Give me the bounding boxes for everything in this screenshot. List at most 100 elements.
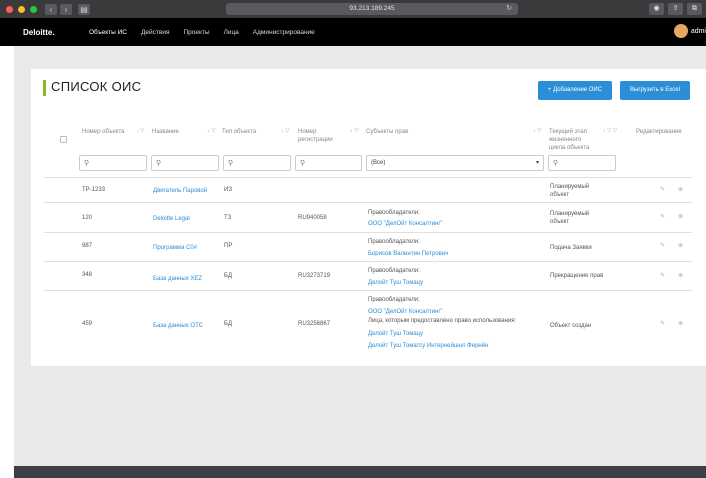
sort-filter-icon[interactable]: ↓ ▽ [533,128,542,134]
cell-subject-label: Правообладатели: [368,210,420,216]
cell-subject-label: Лица, которым предоставлено право исполь… [368,318,517,324]
sort-filter-icon[interactable]: ↓ ▽ [136,128,145,134]
cell-subject-link[interactable]: ООО "ДелОйт Консалтинг" [368,308,443,316]
user-menu[interactable]: admi [673,24,706,38]
add-object-button[interactable]: + Добавление ОИС [538,81,612,100]
close-window-button[interactable] [6,5,13,13]
sort-filter-icon[interactable]: ↓ ▽ [207,128,216,134]
cell-registration: RU940058 [298,215,327,221]
cell-registration: RU3273719 [298,273,331,279]
nav-item-objects[interactable]: Объекты ИС [89,29,127,36]
column-header-type[interactable]: Тип объекта [222,128,256,136]
title-accent [43,80,46,96]
cell-registration: RU3256867 [298,321,331,327]
sidebar-icon[interactable]: ▤ [78,3,90,15]
delete-icon[interactable]: ⊗ [678,213,683,220]
column-header-edit: Редактирование [636,129,682,135]
filter-number-input[interactable]: ⚲ [79,155,147,171]
delete-icon[interactable]: ⊗ [678,186,683,193]
delete-icon[interactable]: ⊗ [678,320,683,327]
minimize-window-button[interactable] [18,5,25,13]
column-header-stage[interactable]: Текущий этап жизненного цикла объекта [549,128,597,152]
cell-type: ПР [224,243,233,249]
page-footer [14,466,706,478]
cell-type: ТЗ [224,215,232,221]
cell-subject-label: Правообладатели: [368,268,420,274]
filter-subjects-select[interactable]: (Все) ▾ [366,155,544,171]
cell-name-link[interactable]: Двигатель Паровой [153,187,207,195]
column-header-number[interactable]: Номер объекта [82,128,125,136]
search-icon: ⚲ [553,160,559,167]
user-name: admi [690,27,706,35]
select-all-checkbox[interactable] [60,136,67,143]
column-header-registration[interactable]: Номер регистрации [298,128,342,144]
browser-titlebar: ‹ › ▤ 93.213.189.245 ↻ ◉ ⇪ ⧉ [0,0,706,18]
cell-number: 987 [82,243,93,249]
column-header-name[interactable]: Название [152,128,179,136]
nav-item-persons[interactable]: Лица [224,29,239,36]
search-icon: ⚲ [300,160,306,167]
cell-number: TP-1233 [82,187,106,193]
cell-subject-link[interactable]: Делойт Туш Томацу [368,279,423,287]
cell-number: 348 [82,272,93,278]
back-icon[interactable]: ‹ [45,3,57,15]
edit-icon[interactable]: ✎ [660,213,665,220]
search-icon: ⚲ [84,160,90,167]
delete-icon[interactable]: ⊗ [678,272,683,279]
nav-item-projects[interactable]: Проекты [183,29,209,36]
column-header-subjects[interactable]: Субъекты прав [366,128,408,136]
maximize-window-button[interactable] [30,5,37,13]
cell-subject-link[interactable]: Борисов Валентин Петрович [368,250,448,258]
export-excel-button[interactable]: Выгрузить в Excel [620,81,690,100]
edit-icon[interactable]: ✎ [660,186,665,193]
cell-name-link[interactable]: Deloitte Legal [153,215,190,223]
main-nav: Объекты ИС Действия Проекты Лица Админис… [89,29,315,36]
sort-filter-icon[interactable]: ↓ ▽ ▽ [603,128,617,134]
avatar [673,24,688,38]
filter-registration-input[interactable]: ⚲ [295,155,362,171]
toolbar-right: ◉ ⇪ ⧉ [649,3,702,15]
chevron-down-icon: ▾ [535,160,539,166]
edit-icon[interactable]: ✎ [660,320,665,327]
privacy-icon[interactable]: ◉ [649,3,664,15]
cell-subject-link[interactable]: ООО "ДелОйт Консалтинг" [368,220,443,228]
cell-stage: Планируемый объект [550,184,590,198]
reload-icon[interactable]: ↻ [506,3,512,15]
cell-stage: Подача Заявки [550,245,592,251]
window-controls [0,5,37,13]
share-icon[interactable]: ⇪ [668,3,683,15]
cell-name-link[interactable]: База данных XEZ [153,275,202,283]
edit-icon[interactable]: ✎ [660,242,665,249]
cell-name-link[interactable]: Программа C0# [153,244,197,252]
cell-type: БД [224,321,233,327]
filter-subjects-value: (Все) [371,160,386,166]
cell-stage: Прекращение прав [550,273,604,279]
tabs-icon[interactable]: ⧉ [687,3,702,15]
search-icon: ⚲ [228,160,234,167]
cell-type: ИЗ [224,187,232,193]
address-bar[interactable]: 93.213.189.245 ↻ [226,3,518,15]
brand-logo[interactable]: Deloitte. [0,28,89,37]
cell-subject-link[interactable]: Делойт Туш Томацу [368,330,423,338]
delete-icon[interactable]: ⊗ [678,242,683,249]
cell-subject-link[interactable]: Делойт Туш Томатсу Интернейшнл Фернйн [368,342,488,350]
sort-filter-icon[interactable]: ↓ ▽ [350,128,359,134]
cell-number: 120 [82,215,93,221]
filter-stage-input[interactable]: ⚲ [548,155,616,171]
nav-item-admin[interactable]: Администрирование [253,29,315,36]
cell-stage: Объект создан [550,323,592,329]
sort-filter-icon[interactable]: ↓ ▽ [281,128,290,134]
nav-item-actions[interactable]: Действия [141,29,169,36]
filter-type-input[interactable]: ⚲ [223,155,291,171]
address-text: 93.213.189.245 [349,5,395,12]
cell-stage: Планируемый объект [550,211,590,225]
cell-subject-label: Правообладатели: [368,239,420,245]
page-title: СПИСОК ОИС [51,79,142,94]
app-navbar: Deloitte. Объекты ИС Действия Проекты Ли… [0,18,706,46]
cell-type: БД [224,273,233,279]
edit-icon[interactable]: ✎ [660,272,665,279]
filter-name-input[interactable]: ⚲ [151,155,219,171]
forward-icon[interactable]: › [60,3,72,15]
cell-number: 459 [82,321,93,327]
cell-name-link[interactable]: База данных ОТС [153,322,203,330]
